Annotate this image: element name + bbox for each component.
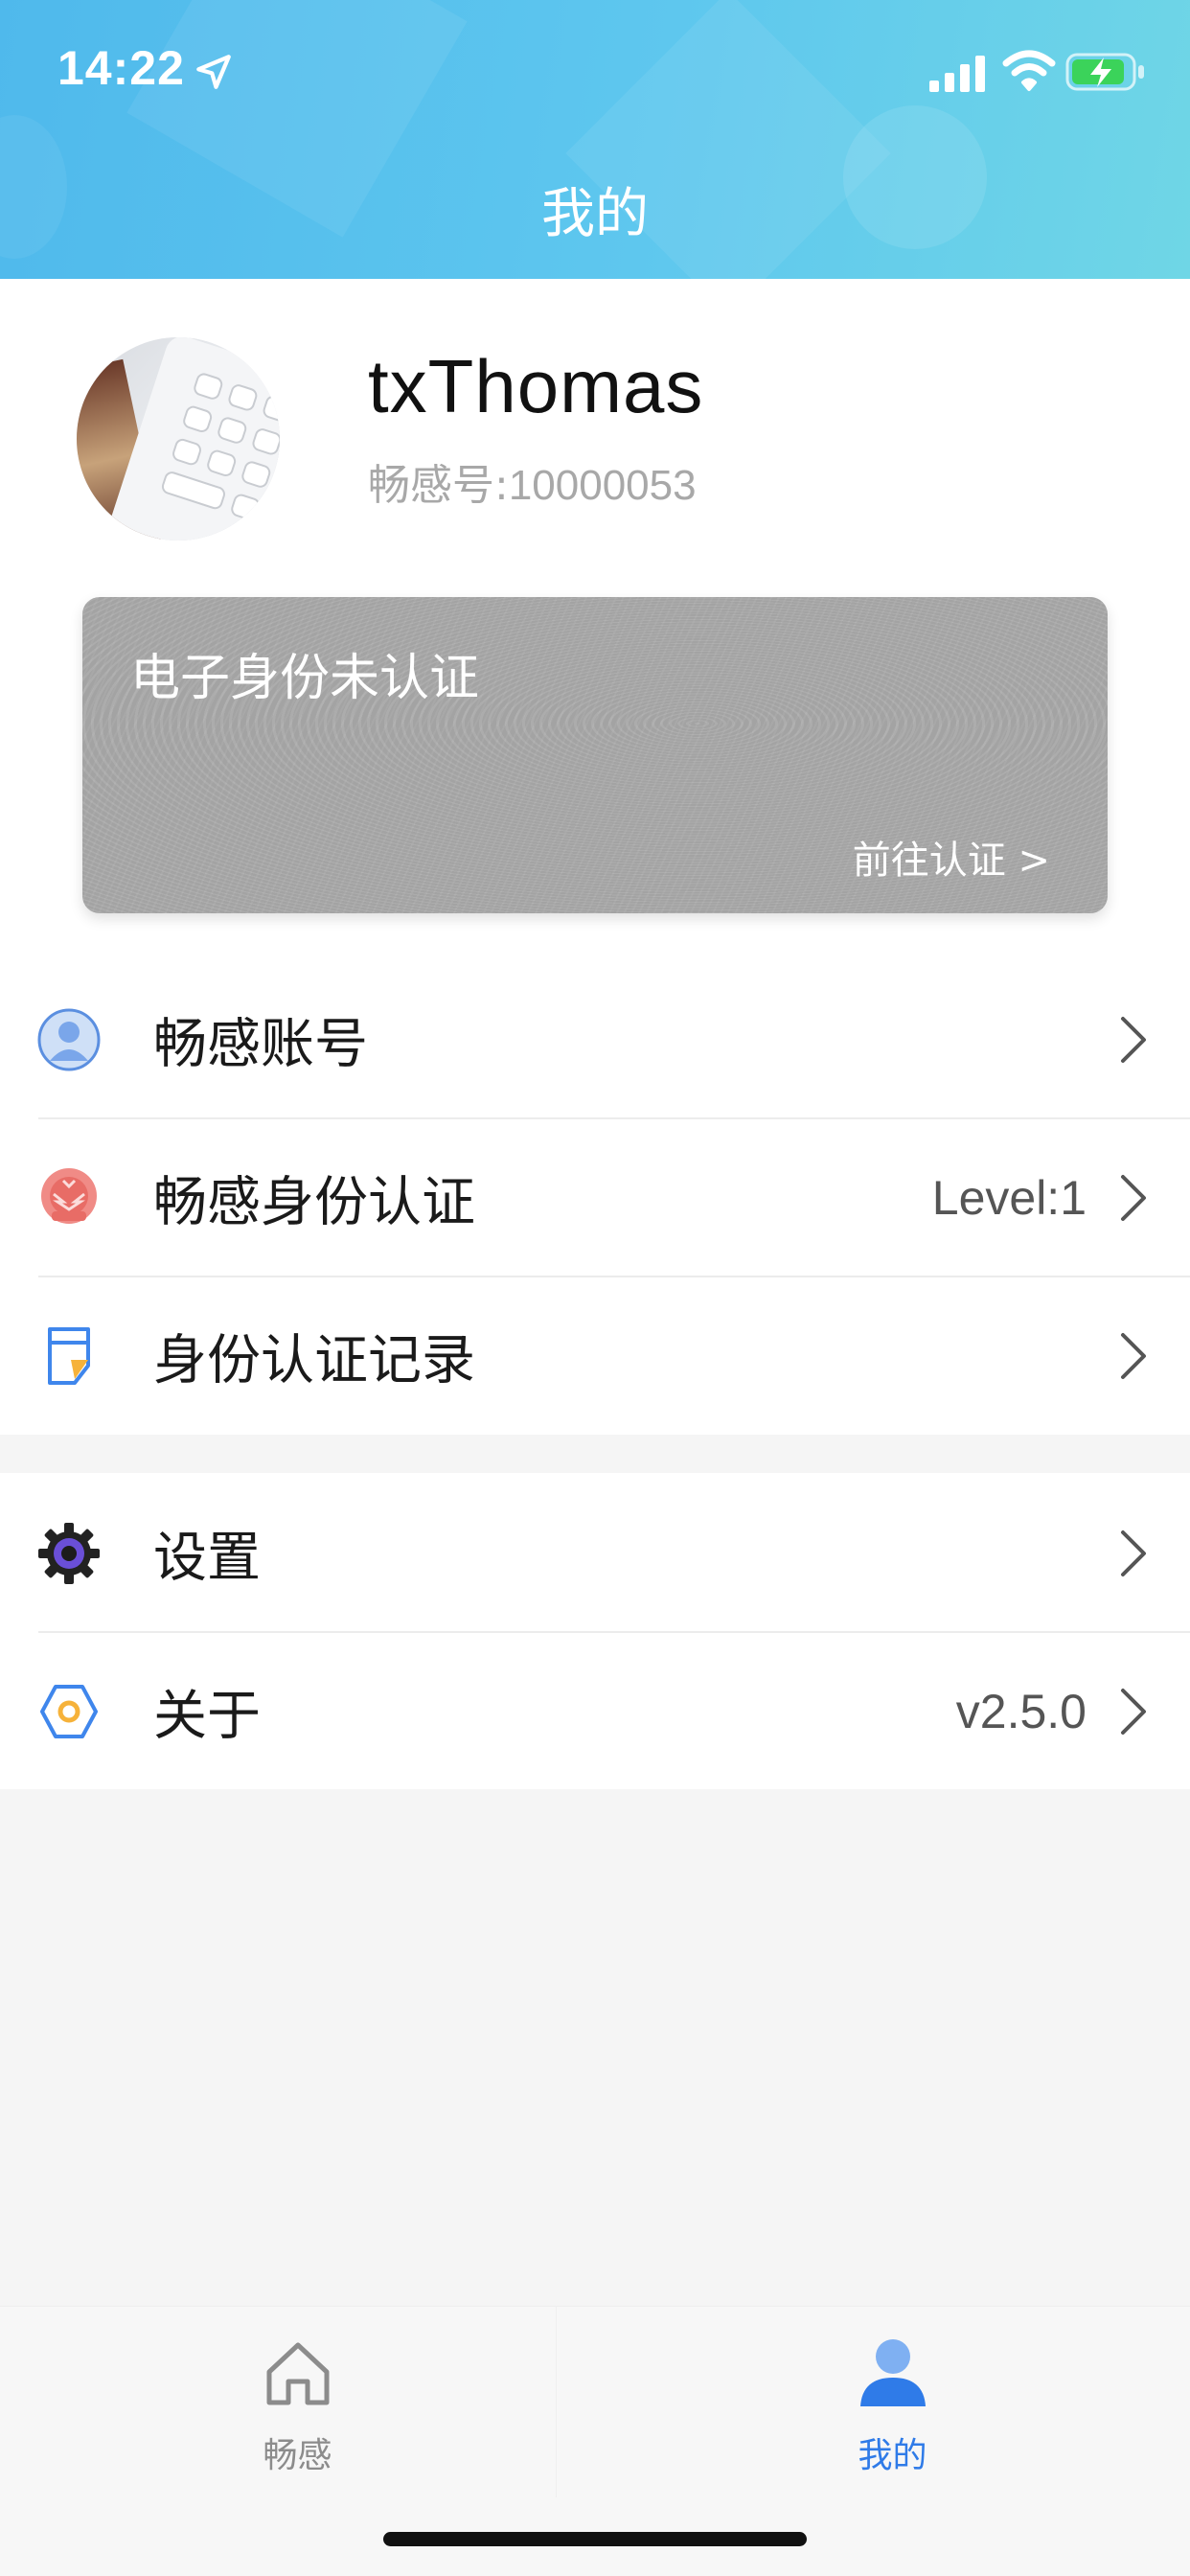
menu-item-label: 设置 <box>153 1527 261 1589</box>
menu-item-identity-verification[interactable]: 畅感身份认证 Level:1 <box>0 1118 1190 1276</box>
battery-charging-icon <box>1065 53 1144 91</box>
location-arrow-icon <box>196 55 231 89</box>
menu-item-label: 身份认证记录 <box>153 1329 475 1392</box>
chevron-right-icon <box>1121 1016 1146 1063</box>
page-title: 我的 <box>541 183 649 245</box>
menu-item-account[interactable]: 畅感账号 <box>0 960 1190 1118</box>
tab-label: 我的 <box>858 2436 927 2475</box>
person-icon <box>859 2339 926 2406</box>
user-avatar-icon <box>37 1008 101 1070</box>
go-verify-link[interactable]: 前往认证 > <box>853 829 1050 885</box>
status-time: 14:22 <box>57 41 185 95</box>
menu-item-settings[interactable]: 设置 <box>0 1474 1190 1632</box>
home-indicator[interactable] <box>383 2532 807 2546</box>
username: txThomas <box>368 344 704 428</box>
user-id: 畅感号:10000053 <box>368 450 697 512</box>
avatar[interactable] <box>77 337 280 540</box>
user-id-label: 畅感号: <box>368 461 509 510</box>
tab-home[interactable]: 畅感 <box>0 2335 595 2489</box>
menu-item-label: 关于 <box>153 1685 261 1747</box>
tab-mine[interactable]: 我的 <box>595 2335 1190 2489</box>
menu-item-label: 畅感账号 <box>153 1013 368 1075</box>
gear-icon <box>38 1522 100 1584</box>
verification-level: Level:1 <box>931 1170 1087 1225</box>
document-record-icon <box>48 1326 90 1385</box>
status-bar: 14:22 <box>0 0 1190 144</box>
chevron-right-icon <box>1121 1530 1146 1576</box>
app-header: 14:22 我的 <box>0 0 1190 279</box>
menu-item-about[interactable]: 关于 v2.5.0 <box>0 1632 1190 1790</box>
cell-signal-icon <box>929 56 985 92</box>
home-icon <box>266 2342 329 2405</box>
identity-card[interactable]: 电子身份未认证 前往认证 > <box>82 597 1108 913</box>
tab-separator <box>556 2306 557 2497</box>
tab-label: 畅感 <box>263 2436 332 2475</box>
wifi-icon <box>1002 50 1056 91</box>
menu-item-label: 畅感身份认证 <box>153 1171 475 1233</box>
app-version: v2.5.0 <box>955 1684 1087 1738</box>
chevron-right-icon <box>1121 1688 1146 1735</box>
user-id-value: 10000053 <box>508 462 697 509</box>
chevron-right-icon <box>1121 1174 1146 1221</box>
menu-item-verification-records[interactable]: 身份认证记录 <box>0 1276 1190 1435</box>
identity-card-title: 电子身份未认证 <box>130 650 480 707</box>
hexagon-about-icon <box>40 1684 98 1738</box>
chevron-right-icon <box>1121 1332 1146 1379</box>
national-emblem-icon <box>41 1167 97 1224</box>
